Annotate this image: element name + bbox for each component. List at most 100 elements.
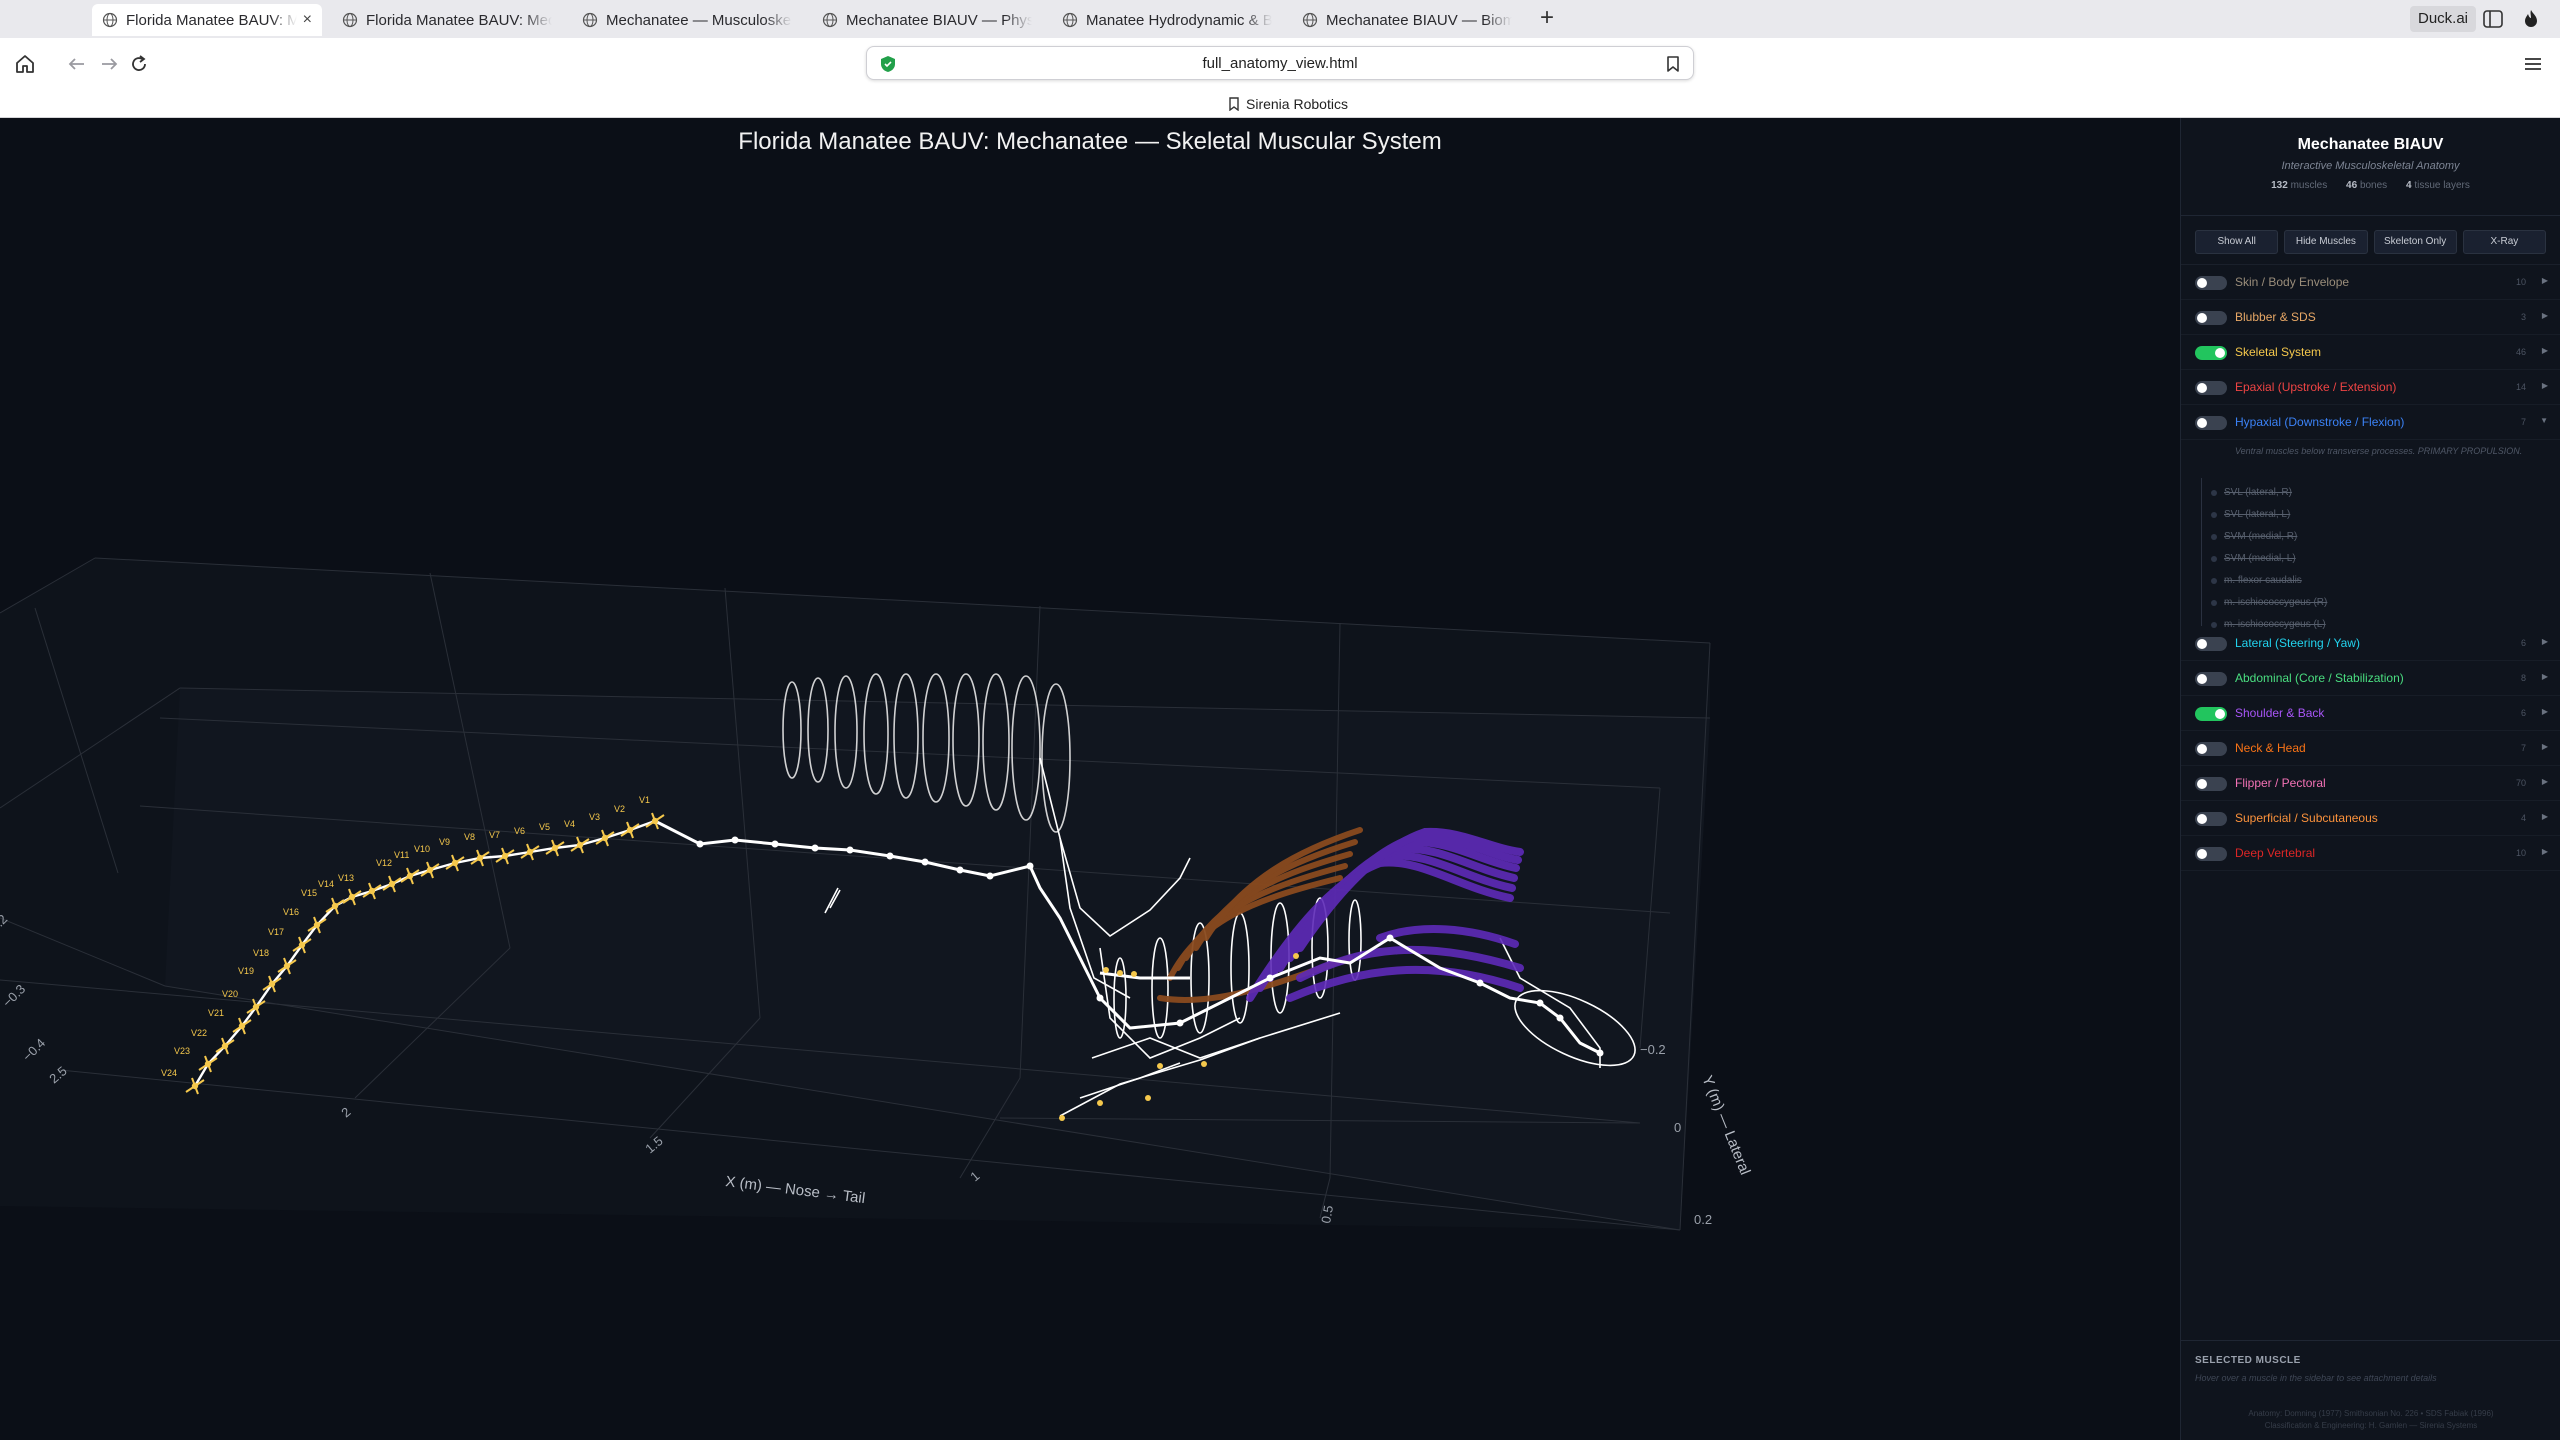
- layer-count: 46: [2515, 347, 2526, 357]
- bookmark-label: Sirenia Robotics: [1246, 96, 1348, 112]
- layer-toggle[interactable]: [2195, 311, 2227, 325]
- browser-tab[interactable]: Florida Manatee BAUV: Mechanatee ×: [92, 4, 322, 36]
- address-bar[interactable]: full_anatomy_view.html: [866, 46, 1694, 80]
- layer-row[interactable]: Shoulder & Back 6 ▶: [2181, 696, 2560, 731]
- layer-row[interactable]: Skeletal System 46 ▶: [2181, 335, 2560, 370]
- stat-label: tissue layers: [2414, 180, 2470, 191]
- vertebra-label: V15: [301, 888, 317, 898]
- vertebra-point: [551, 844, 559, 852]
- expand-arrow-icon[interactable]: ▼: [2540, 416, 2548, 425]
- layer-name: Shoulder & Back: [2235, 706, 2325, 720]
- layer-row[interactable]: Epaxial (Upstroke / Extension) 14 ▶: [2181, 370, 2560, 405]
- sidebar-toggle-icon[interactable]: [2482, 8, 2504, 30]
- 3d-plot[interactable]: 2.5 2 1.5 1 0.5 −0.2 0 0.2 −0.2 −0.3 −0.…: [0, 118, 2180, 1440]
- muscle-list-item[interactable]: SVL (lateral, L): [2202, 504, 2560, 526]
- layer-row[interactable]: Blubber & SDS 3 ▶: [2181, 300, 2560, 335]
- browser-tab[interactable]: Mechanatee BIAUV — Biomimet: [1292, 4, 1522, 36]
- expand-arrow-icon[interactable]: ▶: [2542, 381, 2548, 390]
- layer-toggle[interactable]: [2195, 847, 2227, 861]
- vertebra-label: V21: [208, 1008, 224, 1018]
- expand-arrow-icon[interactable]: ▶: [2542, 311, 2548, 320]
- layer-name: Hypaxial (Downstroke / Flexion): [2235, 415, 2405, 429]
- toggle-knob: [2215, 348, 2225, 358]
- expand-arrow-icon[interactable]: ▶: [2542, 777, 2548, 786]
- vertebra-point: [501, 852, 509, 860]
- layer-row[interactable]: Deep Vertebral 10 ▶: [2181, 836, 2560, 871]
- close-tab-icon[interactable]: ×: [303, 11, 312, 29]
- x-tick-label: 0.5: [1318, 1204, 1336, 1224]
- fire-icon[interactable]: [2520, 8, 2542, 30]
- browser-tab[interactable]: Mechanatee — Musculoskeletal: [572, 4, 802, 36]
- skeleton-only-button[interactable]: Skeleton Only: [2373, 230, 2457, 254]
- reload-icon[interactable]: [126, 51, 152, 77]
- layer-row[interactable]: Lateral (Steering / Yaw) 6 ▶: [2181, 626, 2560, 661]
- vertebra-point: [451, 859, 459, 867]
- globe-icon: [342, 12, 358, 28]
- layer-row[interactable]: Neck & Head 7 ▶: [2181, 731, 2560, 766]
- globe-icon: [102, 12, 118, 28]
- home-icon[interactable]: [12, 51, 38, 77]
- layer-count: 7: [2520, 743, 2526, 753]
- tab-label: Mechanatee BIAUV — Physics &: [846, 11, 1032, 29]
- layer-row[interactable]: Abdominal (Core / Stabilization) 8 ▶: [2181, 661, 2560, 696]
- muscle-dot-icon: [2211, 490, 2217, 496]
- muscle-list-item[interactable]: m. ischiococcygeus (R): [2202, 592, 2560, 614]
- layer-toggle[interactable]: [2195, 346, 2227, 360]
- layer-row[interactable]: Superficial / Subcutaneous 4 ▶: [2181, 801, 2560, 836]
- globe-icon: [582, 12, 598, 28]
- layer-toggle[interactable]: [2195, 812, 2227, 826]
- browser-tab[interactable]: Florida Manatee BAUV: Mechanatee: [332, 4, 562, 36]
- muscle-list-item[interactable]: SVM (medial, L): [2202, 548, 2560, 570]
- expand-arrow-icon[interactable]: ▶: [2542, 346, 2548, 355]
- vertebra-label: V19: [238, 966, 254, 976]
- forward-icon[interactable]: [96, 51, 122, 77]
- layer-toggle[interactable]: [2195, 276, 2227, 290]
- hide-muscles-button[interactable]: Hide Muscles: [2284, 230, 2368, 254]
- tab-label: Mechanatee BIAUV — Biomimet: [1326, 11, 1512, 29]
- muscle-list-item[interactable]: SVL (lateral, R): [2202, 482, 2560, 504]
- layer-row[interactable]: Flipper / Pectoral 70 ▶: [2181, 766, 2560, 801]
- vertebra-label: V24: [161, 1068, 177, 1078]
- layer-toggle[interactable]: [2195, 381, 2227, 395]
- stat-value: 46: [2346, 180, 2358, 191]
- layer-count: 3: [2520, 312, 2526, 322]
- expand-arrow-icon[interactable]: ▶: [2542, 672, 2548, 681]
- vertebra-point: [348, 893, 356, 901]
- browser-tab[interactable]: Manatee Hydrodynamic & Biome: [1052, 4, 1282, 36]
- vertebra-point: [388, 880, 396, 888]
- browser-tab[interactable]: Mechanatee BIAUV — Physics &: [812, 4, 1042, 36]
- muscle-dot-icon: [2211, 512, 2217, 518]
- vertebra-label: V9: [439, 837, 450, 847]
- tab-label: Florida Manatee BAUV: Mechanatee: [126, 11, 297, 29]
- back-icon[interactable]: [64, 51, 90, 77]
- layer-toggle[interactable]: [2195, 707, 2227, 721]
- duck-ai-button[interactable]: Duck.ai: [2410, 6, 2477, 32]
- vertebra-point: [626, 826, 634, 834]
- layer-row[interactable]: Hypaxial (Downstroke / Flexion) 7 ▼: [2181, 405, 2560, 440]
- view-preset-buttons: Show All Hide Muscles Skeleton Only X-Ra…: [2181, 216, 2560, 265]
- new-tab-button[interactable]: +: [1534, 6, 1560, 32]
- layer-row[interactable]: Skin / Body Envelope 10 ▶: [2181, 265, 2560, 300]
- expand-arrow-icon[interactable]: ▶: [2542, 637, 2548, 646]
- expand-arrow-icon[interactable]: ▶: [2542, 276, 2548, 285]
- layer-name: Epaxial (Upstroke / Extension): [2235, 380, 2397, 394]
- layer-toggle[interactable]: [2195, 416, 2227, 430]
- bookmark-sirenia-robotics[interactable]: Sirenia Robotics: [1228, 94, 1348, 114]
- expand-arrow-icon[interactable]: ▶: [2542, 742, 2548, 751]
- muscle-list-item[interactable]: SVM (medial, R): [2202, 526, 2560, 548]
- layer-toggle[interactable]: [2195, 742, 2227, 756]
- menu-icon[interactable]: [2520, 51, 2546, 77]
- layer-toggle[interactable]: [2195, 777, 2227, 791]
- expand-arrow-icon[interactable]: ▶: [2542, 847, 2548, 856]
- toggle-knob: [2197, 418, 2207, 428]
- layer-toggle[interactable]: [2195, 637, 2227, 651]
- muscle-list-item[interactable]: m. flexor caudalis: [2202, 570, 2560, 592]
- layer-toggle[interactable]: [2195, 672, 2227, 686]
- bookmark-icon[interactable]: [1665, 55, 1681, 73]
- show-all-button[interactable]: Show All: [2195, 230, 2279, 254]
- expand-arrow-icon[interactable]: ▶: [2542, 812, 2548, 821]
- x-ray-button[interactable]: X-Ray: [2462, 230, 2546, 254]
- expand-arrow-icon[interactable]: ▶: [2542, 707, 2548, 716]
- selected-muscle-hint: Hover over a muscle in the sidebar to se…: [2195, 1373, 2437, 1383]
- globe-icon: [1302, 12, 1318, 28]
